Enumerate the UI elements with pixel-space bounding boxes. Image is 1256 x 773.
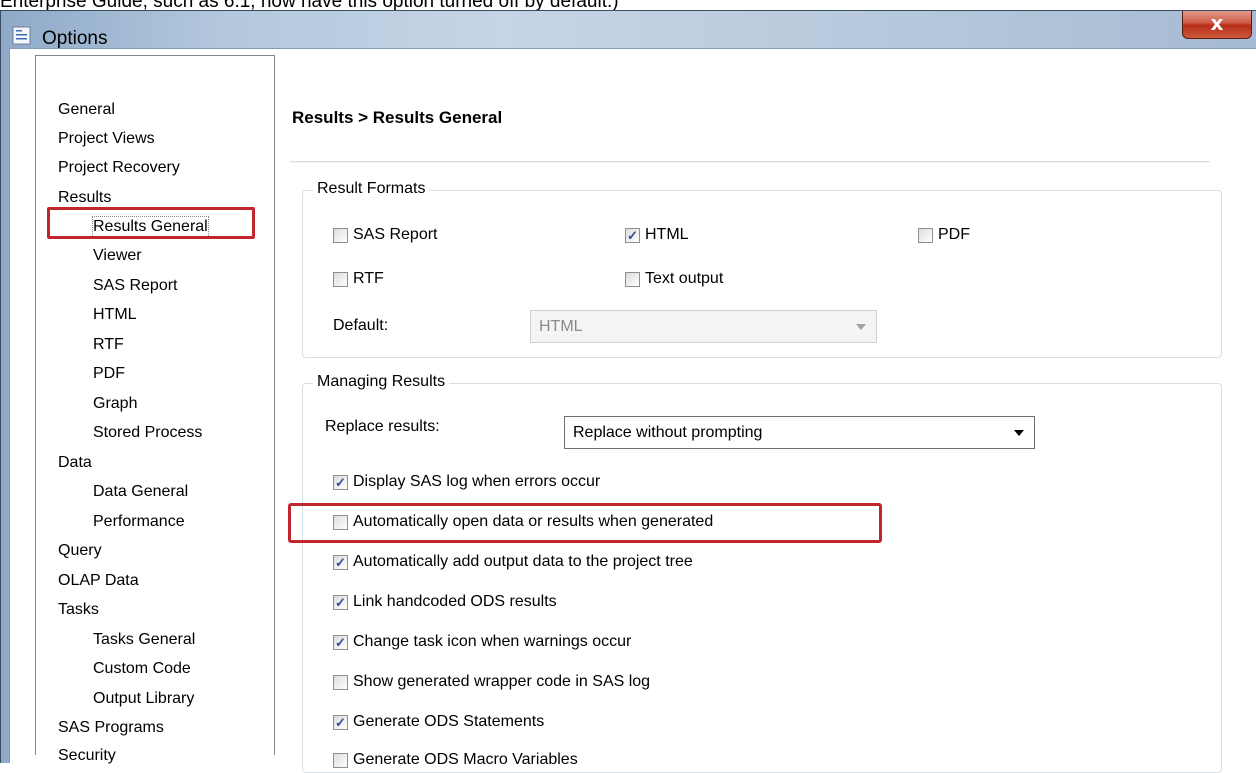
result-formats-legend: Result Formats	[313, 180, 430, 198]
generate-ods-macro-checkbox-label: Generate ODS Macro Variables	[353, 751, 578, 768]
text-output-checkbox-label: Text output	[645, 270, 724, 287]
title-bar[interactable]: Options x	[1, 11, 1256, 49]
close-button[interactable]: x	[1182, 11, 1252, 39]
change-task-icon-checkbox-label: Change task icon when warnings occur	[353, 633, 632, 650]
link-ods-results-checkbox[interactable]: ✓ Link handcoded ODS results	[333, 593, 557, 611]
nav-item-sas-report[interactable]: SAS Report	[93, 276, 177, 296]
nav-item-pdf[interactable]: PDF	[93, 364, 125, 384]
replace-results-label: Replace results:	[325, 418, 440, 435]
generate-ods-macro-checkbox[interactable]: Generate ODS Macro Variables	[333, 751, 578, 769]
nav-item-viewer[interactable]: Viewer	[93, 246, 142, 266]
nav-item-data-general[interactable]: Data General	[93, 482, 188, 502]
generate-ods-statements-checkbox-box[interactable]: ✓	[333, 714, 348, 730]
nav-item-custom-code[interactable]: Custom Code	[93, 659, 191, 679]
rtf-checkbox-label: RTF	[353, 270, 384, 287]
generate-ods-statements-checkbox-label: Generate ODS Statements	[353, 713, 545, 730]
nav-item-performance[interactable]: Performance	[93, 512, 185, 532]
text-output-checkbox-box[interactable]	[625, 271, 640, 287]
display-sas-log-checkbox-label: Display SAS log when errors occur	[353, 473, 601, 490]
change-task-icon-checkbox[interactable]: ✓ Change task icon when warnings occur	[333, 633, 631, 651]
nav-item-graph[interactable]: Graph	[93, 394, 137, 414]
replace-results-value: Replace without prompting	[573, 423, 763, 441]
generate-ods-statements-checkbox[interactable]: ✓ Generate ODS Statements	[333, 713, 544, 731]
nav-item-output-library[interactable]: Output Library	[93, 689, 194, 709]
nav-item-project-recovery[interactable]: Project Recovery	[58, 158, 180, 178]
highlight-results-general	[47, 207, 255, 239]
managing-results-legend: Managing Results	[313, 373, 450, 391]
html-checkbox[interactable]: ✓ HTML	[625, 226, 689, 244]
rtf-checkbox[interactable]: RTF	[333, 270, 384, 288]
auto-add-output-checkbox-label: Automatically add output data to the pro…	[353, 553, 693, 570]
replace-results-select[interactable]: Replace without prompting	[564, 416, 1035, 449]
html-checkbox-label: HTML	[645, 226, 689, 243]
chevron-down-icon	[1014, 430, 1024, 436]
nav-item-tasks-general[interactable]: Tasks General	[93, 630, 195, 650]
nav-item-data[interactable]: Data	[58, 453, 92, 473]
show-wrapper-code-checkbox-box[interactable]	[333, 674, 348, 690]
nav-item-tasks[interactable]: Tasks	[58, 600, 99, 620]
nav-item-stored-process[interactable]: Stored Process	[93, 423, 202, 443]
nav-item-project-views[interactable]: Project Views	[58, 129, 155, 149]
display-sas-log-checkbox-box[interactable]: ✓	[333, 474, 348, 490]
link-ods-results-checkbox-label: Link handcoded ODS results	[353, 593, 557, 610]
page-title: Results > Results General	[292, 108, 503, 127]
default-format-label: Default:	[333, 317, 389, 334]
default-format-value: HTML	[539, 317, 583, 335]
sas-report-checkbox[interactable]: SAS Report	[333, 226, 437, 244]
title-divider	[290, 161, 1210, 163]
pdf-checkbox-box[interactable]	[918, 227, 933, 243]
auto-add-output-checkbox[interactable]: ✓ Automatically add output data to the p…	[333, 553, 693, 571]
window-title: Options	[42, 28, 108, 49]
show-wrapper-code-checkbox-label: Show generated wrapper code in SAS log	[353, 673, 651, 690]
nav-item-olap-data[interactable]: OLAP Data	[58, 571, 139, 591]
chevron-down-icon	[856, 324, 866, 330]
display-sas-log-checkbox[interactable]: ✓ Display SAS log when errors occur	[333, 473, 600, 491]
highlight-auto-open-option	[288, 503, 882, 543]
generate-ods-macro-checkbox-box[interactable]	[333, 752, 348, 768]
nav-item-results[interactable]: Results	[58, 188, 111, 208]
options-icon	[12, 26, 31, 45]
html-checkbox-box[interactable]: ✓	[625, 227, 640, 243]
text-output-checkbox[interactable]: Text output	[625, 270, 723, 288]
nav-item-security[interactable]: Security	[58, 746, 116, 766]
rtf-checkbox-box[interactable]	[333, 271, 348, 287]
nav-item-html[interactable]: HTML	[93, 305, 137, 325]
link-ods-results-checkbox-box[interactable]: ✓	[333, 594, 348, 610]
nav-item-general[interactable]: General	[58, 100, 115, 120]
pdf-checkbox[interactable]: PDF	[918, 226, 970, 244]
default-format-select[interactable]: HTML	[530, 310, 877, 343]
sas-report-checkbox-label: SAS Report	[353, 226, 438, 243]
change-task-icon-checkbox-box[interactable]: ✓	[333, 634, 348, 650]
nav-item-rtf[interactable]: RTF	[93, 335, 124, 355]
pdf-checkbox-label: PDF	[938, 226, 970, 243]
show-wrapper-code-checkbox[interactable]: Show generated wrapper code in SAS log	[333, 673, 650, 691]
options-nav-tree[interactable]: General Project Views Project Recovery R…	[35, 55, 275, 764]
sas-report-checkbox-box[interactable]	[333, 227, 348, 243]
nav-item-sas-programs[interactable]: SAS Programs	[58, 718, 164, 738]
nav-item-query[interactable]: Query	[58, 541, 102, 561]
auto-add-output-checkbox-box[interactable]: ✓	[333, 554, 348, 570]
